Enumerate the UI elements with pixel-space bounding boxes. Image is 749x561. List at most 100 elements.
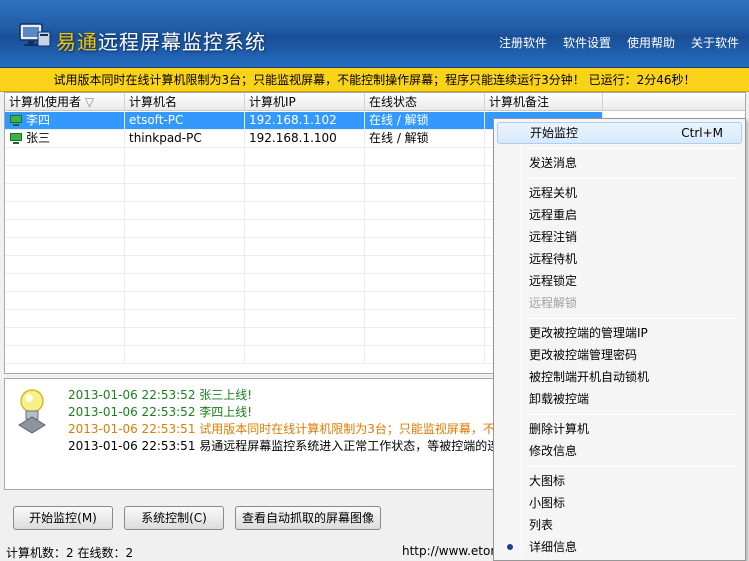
empty-cell (125, 202, 245, 219)
nav-about[interactable]: 关于软件 (691, 34, 739, 51)
empty-cell (365, 292, 485, 309)
empty-cell (245, 274, 365, 291)
empty-cell (125, 256, 245, 273)
empty-cell (125, 220, 245, 237)
website-link[interactable]: http://www.eton (402, 544, 498, 558)
menu-item-remote-lock[interactable]: 远程锁定 (497, 270, 742, 292)
menu-item-delete-computer[interactable]: 删除计算机 (497, 418, 742, 440)
menu-item-label: 详细信息 (529, 540, 578, 554)
empty-cell (5, 292, 125, 309)
view-captured-screens-button[interactable]: 查看自动抓取的屏幕图像 (235, 506, 381, 530)
cell-name: thinkpad-PC (125, 130, 245, 147)
menu-item-remote-restart[interactable]: 远程重启 (497, 204, 742, 226)
menu-item-list[interactable]: 列表 (497, 514, 742, 536)
computer-count-status: 计算机数：2 在线数：2 (6, 546, 134, 560)
empty-cell (245, 166, 365, 183)
list-header: 计算机使用者 ▽ 计算机名 计算机IP 在线状态 计算机备注 (5, 93, 745, 111)
menu-item-start-monitor[interactable]: 开始监控 Ctrl+M (497, 122, 742, 144)
cell-user: 张三 (5, 130, 125, 147)
empty-cell (365, 346, 485, 363)
trial-notice-bar: 试用版本同时在线计算机限制为3台；只能监视屏幕，不能控制操作屏幕；程序只能连续运… (0, 68, 749, 92)
context-menu: 开始监控 Ctrl+M 发送消息 远程关机 远程重启 远程注销 远程待机 远程锁定… (493, 118, 746, 561)
log-lines: 2013-01-06 22:53:52 张三上线! 2013-01-06 22:… (68, 387, 519, 455)
cell-name: etsoft-PC (125, 112, 245, 129)
column-header-status[interactable]: 在线状态 (365, 93, 485, 111)
empty-cell (365, 148, 485, 165)
cell-user-label: 张三 (26, 131, 51, 145)
nav-help[interactable]: 使用帮助 (627, 34, 675, 51)
log-entry: 2013-01-06 22:53:51 易通远程屏幕监控系统进入正常工作状态，等… (68, 439, 512, 453)
menu-item-large-icons[interactable]: 大图标 (497, 470, 742, 492)
menu-item-edit-info[interactable]: 修改信息 (497, 440, 742, 462)
empty-cell (365, 184, 485, 201)
app-title-rest: 远程屏幕监控系统 (98, 30, 266, 54)
cell-status: 在线 / 解锁 (365, 130, 485, 147)
menu-item-small-icons[interactable]: 小图标 (497, 492, 742, 514)
computer-online-icon (9, 132, 23, 145)
empty-cell (245, 184, 365, 201)
radio-selected-icon (507, 544, 513, 550)
empty-cell (5, 220, 125, 237)
cell-status: 在线 / 解锁 (365, 112, 485, 129)
top-nav: 注册软件 软件设置 使用帮助 关于软件 (499, 34, 739, 51)
log-entry: 2013-01-06 22:53:52 李四上线! (68, 405, 253, 419)
menu-item-change-admin-password[interactable]: 更改被控端管理密码 (497, 344, 742, 366)
empty-cell (365, 238, 485, 255)
empty-cell (125, 184, 245, 201)
cell-ip: 192.168.1.102 (245, 112, 365, 129)
menu-item-remote-logoff[interactable]: 远程注销 (497, 226, 742, 248)
menu-item-label: 开始监控 (530, 126, 579, 140)
menu-item-remote-shutdown[interactable]: 远程关机 (497, 182, 742, 204)
empty-cell (365, 274, 485, 291)
empty-cell (5, 328, 125, 345)
column-header-name[interactable]: 计算机名 (125, 93, 245, 111)
nav-settings[interactable]: 软件设置 (563, 34, 611, 51)
app-title: 易通远程屏幕监控系统 (56, 26, 266, 55)
app-title-brand: 易通 (56, 30, 98, 54)
menu-item-auto-lock-on-boot[interactable]: 被控制端开机自动锁机 (497, 366, 742, 388)
column-header-ip[interactable]: 计算机IP (245, 93, 365, 111)
main-window: 易通远程屏幕监控系统 注册软件 软件设置 使用帮助 关于软件 试用版本同时在线计… (0, 0, 749, 561)
empty-cell (125, 274, 245, 291)
menu-item-remote-standby[interactable]: 远程待机 (497, 248, 742, 270)
empty-cell (125, 166, 245, 183)
empty-cell (245, 238, 365, 255)
empty-cell (5, 148, 125, 165)
empty-cell (245, 328, 365, 345)
empty-cell (5, 346, 125, 363)
lightbulb-icon (18, 389, 46, 434)
empty-cell (5, 256, 125, 273)
nav-register[interactable]: 注册软件 (499, 34, 547, 51)
empty-cell (5, 184, 125, 201)
computer-online-icon (9, 114, 23, 127)
column-header-note[interactable]: 计算机备注 (485, 93, 603, 111)
empty-cell (365, 310, 485, 327)
menu-separator (524, 318, 740, 319)
menu-separator (524, 466, 740, 467)
log-entry: 2013-01-06 22:53:51 试用版本同时在线计算机限制为3台；只能监… (68, 422, 519, 436)
system-control-button[interactable]: 系统控制(C) (124, 506, 224, 530)
empty-cell (5, 202, 125, 219)
log-entry: 2013-01-06 22:53:52 张三上线! (68, 388, 253, 402)
empty-cell (125, 310, 245, 327)
empty-cell (125, 292, 245, 309)
cell-ip: 192.168.1.100 (245, 130, 365, 147)
empty-cell (5, 310, 125, 327)
monitor-logo-icon (19, 23, 51, 47)
menu-item-send-message[interactable]: 发送消息 (497, 152, 742, 174)
start-monitor-button[interactable]: 开始监控(M) (13, 506, 113, 530)
menu-item-details[interactable]: 详细信息 (497, 536, 742, 558)
empty-cell (5, 166, 125, 183)
menu-item-uninstall-client[interactable]: 卸载被控端 (497, 388, 742, 410)
menu-item-change-admin-ip[interactable]: 更改被控端的管理端IP (497, 322, 742, 344)
sort-indicator-icon: ▽ (84, 95, 95, 109)
empty-cell (245, 310, 365, 327)
empty-cell (245, 148, 365, 165)
cell-user-label: 李四 (26, 113, 51, 127)
empty-cell (125, 238, 245, 255)
menu-shortcut: Ctrl+M (681, 126, 723, 140)
empty-cell (125, 148, 245, 165)
empty-cell (5, 238, 125, 255)
column-header-user[interactable]: 计算机使用者 ▽ (5, 93, 125, 111)
menu-separator (524, 178, 740, 179)
